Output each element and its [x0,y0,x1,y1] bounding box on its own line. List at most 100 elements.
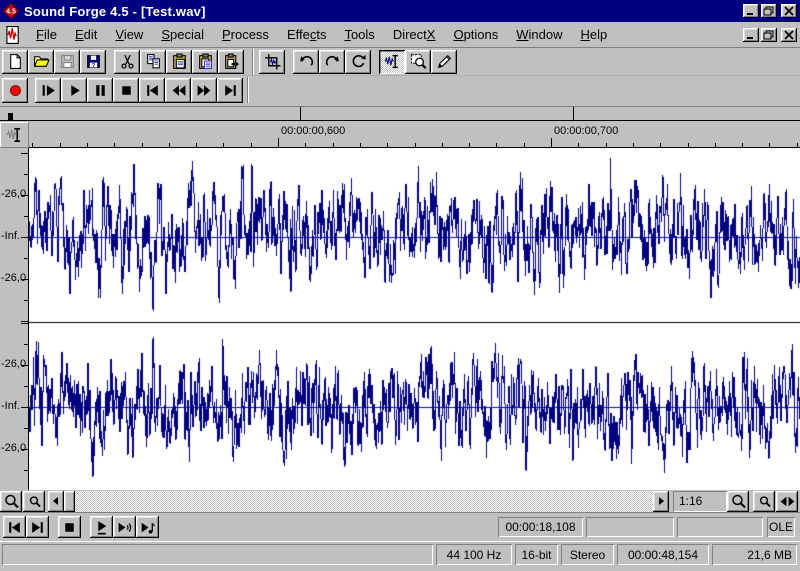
scrollbar-track[interactable] [75,491,653,512]
transport-fast-forward-button[interactable] [191,78,217,103]
toolbar-button-redo[interactable] [319,50,345,74]
time-ruler[interactable]: 00:00:00,60000:00:00,700 [29,122,800,148]
ruler-minor-tick [524,143,525,147]
menu-item-process[interactable]: Process [213,24,278,45]
menu-item-options[interactable]: Options [444,24,507,45]
ruler-minor-tick [660,143,661,147]
ruler-minor-tick [196,143,197,147]
level-tick [21,237,28,238]
playbar-play-normal-button[interactable] [90,516,113,538]
mdi-minimize-button[interactable] [743,28,759,42]
document-icon[interactable] [3,26,21,44]
playbar-go-end-button[interactable] [26,516,49,538]
mdi-restore-button[interactable] [761,28,777,42]
toolbar-separator [252,49,254,75]
scroll-left-button[interactable] [48,491,64,512]
menu-item-help[interactable]: Help [572,24,617,45]
zoom-out-vertical-button[interactable] [0,491,22,512]
playbar-empty-panel-2 [677,517,763,537]
channel-mode-panel: Stereo [561,544,614,565]
toolbar-button-paste-new[interactable] [218,50,244,74]
transport-play-all-button[interactable] [35,78,61,103]
ruler-minor-tick [387,143,388,147]
menu-item-special[interactable]: Special [152,24,213,45]
menu-item-edit[interactable]: Edit [66,24,106,45]
transport-go-end-button[interactable] [217,78,243,103]
toolbar-button-pencil[interactable] [431,50,457,74]
zoom-in-horizontal-button[interactable] [727,491,749,512]
toolbar-button-paste[interactable] [166,50,192,74]
minimize-button[interactable] [743,4,759,18]
menu-item-directx[interactable]: DirectX [384,24,445,45]
level-tick [24,216,28,217]
svg-text:4.5: 4.5 [6,9,16,16]
ruler-minor-tick [469,143,470,147]
menu-item-effects[interactable]: Effects [278,24,336,45]
overview-cursor-mark [8,113,13,120]
transport-play-button[interactable] [61,78,87,103]
ole-label: OLE [769,520,793,534]
playback-position-value: 00:00:18,108 [505,520,575,534]
toolbar-button-paste-special[interactable] [192,50,218,74]
menu-item-view[interactable]: View [106,24,152,45]
menu-item-tools[interactable]: Tools [335,24,383,45]
zoom-out-horizontal-button[interactable] [753,491,775,512]
level-label: -26,0 [1,188,27,200]
menu-item-file[interactable]: File [27,24,66,45]
transport-record-button[interactable] [2,78,28,103]
toolbar-button-open-folder[interactable] [28,50,54,74]
close-button[interactable] [781,4,797,18]
toolbar-button-repeat[interactable] [345,50,371,74]
application-window: 4.5 Sound Forge 4.5 - [Test.wav] FileEdi… [0,0,800,571]
ruler-minor-tick [606,143,607,147]
transport-toolbar [0,76,800,104]
transport-separator [247,77,249,103]
toolbar-button-new-file[interactable] [2,50,28,74]
zoom-window-button[interactable] [776,491,798,512]
scrollbar-thumb[interactable] [64,491,75,512]
transport-pause-button[interactable] [87,78,113,103]
app-icon: 4.5 [3,3,19,19]
toolbar-button-save-as[interactable]: ? [80,50,106,74]
tool-corner-box[interactable] [0,122,29,148]
toolbar-button-trim[interactable] [259,50,285,74]
transport-rewind-button[interactable] [165,78,191,103]
toolbar-button-save [54,50,80,74]
ruler-time-label: 00:00:00,600 [281,125,345,137]
level-ruler: -26,0-Inf.-26,0-26,0-Inf.-26,0 [0,148,29,490]
zoom-in-vertical-button[interactable] [23,491,45,512]
status-message-panel [2,544,433,565]
menu-item-window[interactable]: Window [507,24,571,45]
toolbar-button-cut[interactable] [114,50,140,74]
toolbar-button-magnify[interactable] [405,50,431,74]
playbar-play-device-button[interactable] [113,516,136,538]
waveform-display[interactable] [29,148,800,490]
file-size-value: 21,6 MB [747,548,792,562]
zoom-scroll-bar: 1:16 [0,490,800,513]
ruler-minor-tick [142,143,143,147]
toolbar-button-undo[interactable] [293,50,319,74]
ruler-minor-tick [333,143,334,147]
bit-depth-value: 16-bit [521,548,551,562]
sample-rate-value: 44 100 Hz [447,548,502,562]
toolbar-button-edit-tool[interactable] [379,50,405,74]
channel-mode-value: Stereo [570,548,605,562]
transport-stop-button[interactable] [113,78,139,103]
scroll-right-button[interactable] [653,491,669,512]
transport-go-start-button[interactable] [139,78,165,103]
playbar-empty-panel-1 [586,517,674,537]
playbar-stop-button[interactable] [58,516,81,538]
ruler-minor-tick [797,143,798,147]
ruler-minor-tick [87,143,88,147]
playbar-play-preview-button[interactable] [136,516,159,538]
level-tick [21,321,28,322]
menu-bar-items: FileEditViewSpecialProcessEffectsToolsDi… [27,24,743,45]
mdi-close-button[interactable] [781,28,797,42]
overview-bar[interactable] [0,106,800,121]
level-label: -Inf. [1,400,27,412]
toolbar-button-copy[interactable] [140,50,166,74]
main-toolbar: ? [0,48,800,76]
playbar-go-start-button[interactable] [3,516,26,538]
restore-button[interactable] [761,4,777,18]
ole-indicator: OLE [767,517,795,537]
